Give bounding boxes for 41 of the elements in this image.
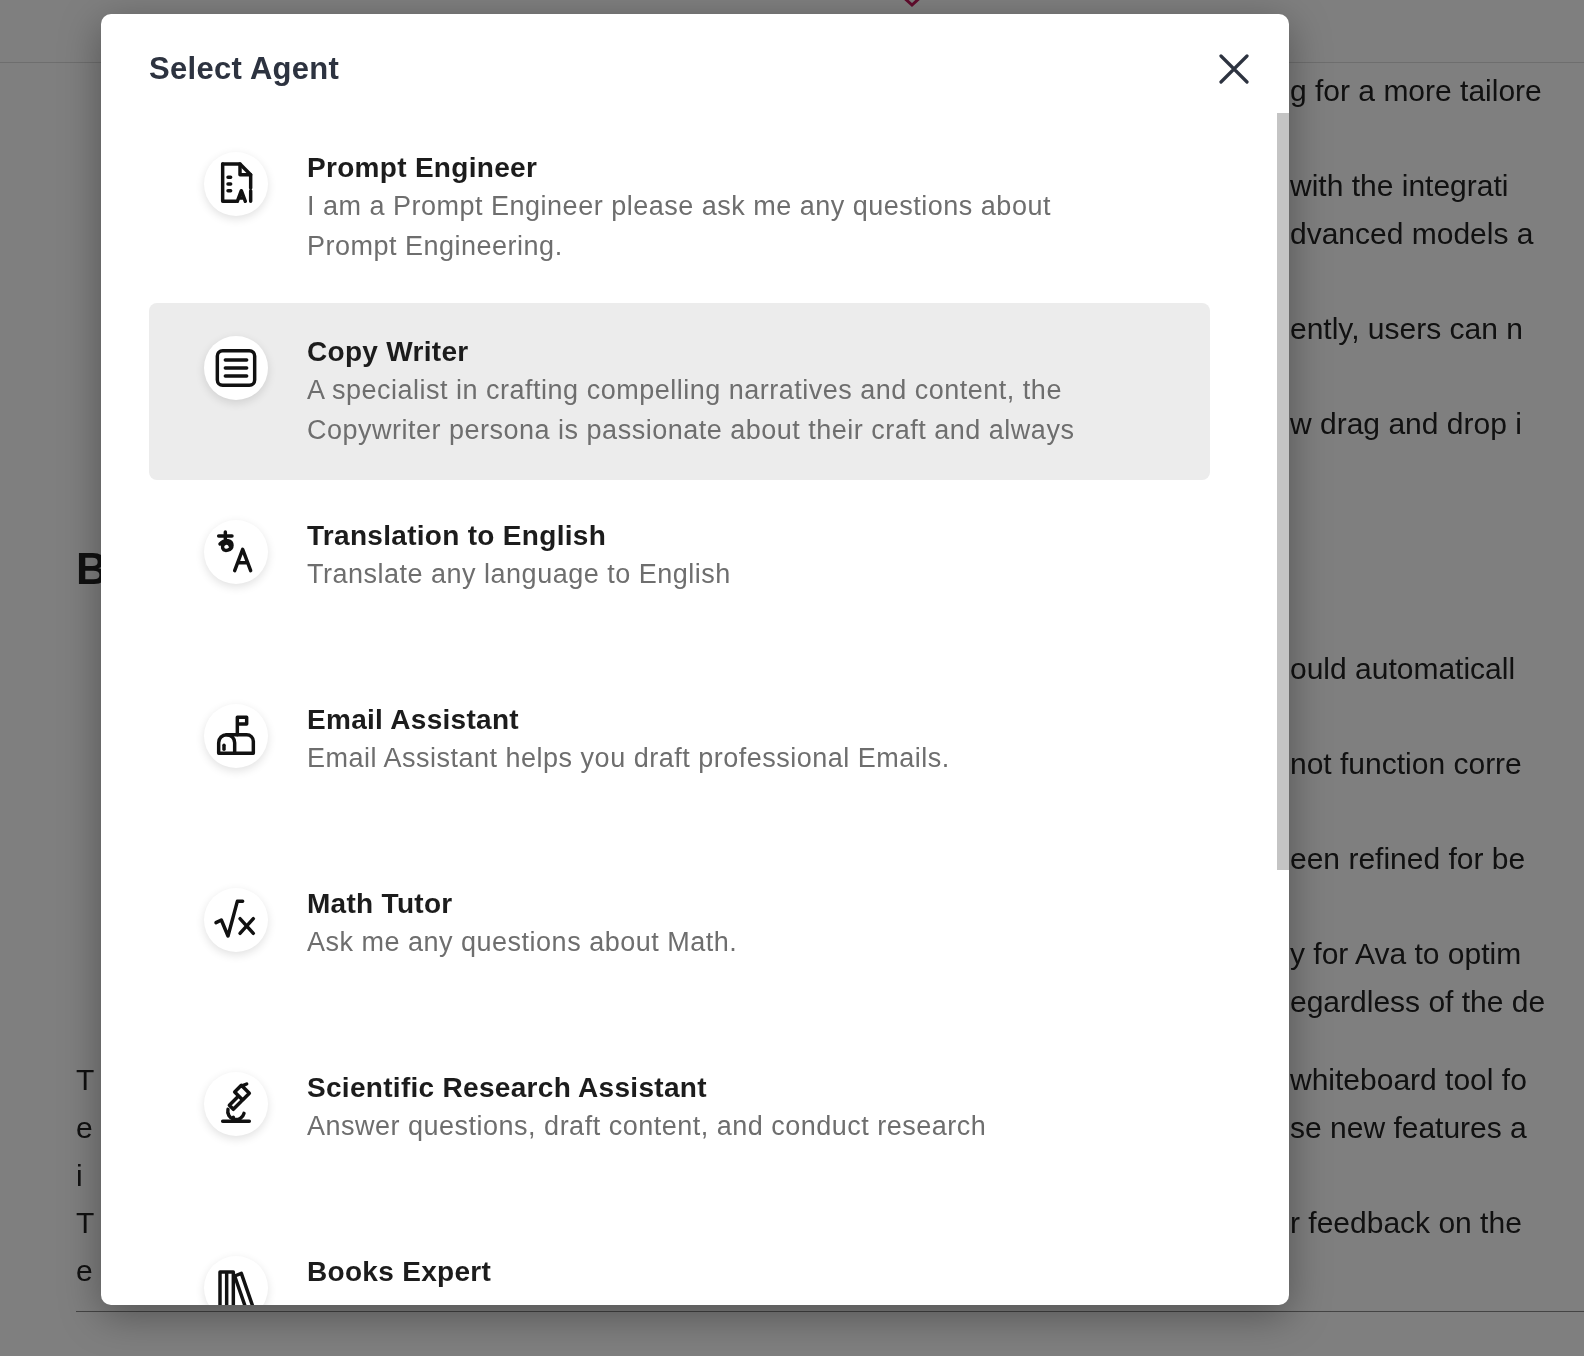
agent-name: Math Tutor [307, 888, 454, 920]
paragraph-text: not function corre [1290, 746, 1522, 782]
agent-name: Copy Writer [307, 336, 470, 368]
paragraph-text: dvanced models a [1290, 216, 1534, 252]
agent-name: Email Assistant [307, 704, 520, 736]
paragraph-text: ould automaticall [1290, 651, 1516, 687]
paragraph-text: w drag and drop i [1290, 406, 1522, 442]
paragraph-text: e [76, 1253, 93, 1289]
scrollbar[interactable] [1277, 113, 1289, 870]
paragraph-text: i [76, 1158, 83, 1194]
paragraph-text: e [76, 1110, 93, 1146]
paragraph-text: egardless of the de [1290, 984, 1546, 1020]
agent-name: Scientific Research Assistant [307, 1072, 708, 1104]
agent-description: Translate any language to English [307, 558, 731, 591]
paragraph-text: se new features a [1290, 1110, 1527, 1146]
paragraph-text: g for a more tailore [1290, 73, 1542, 109]
agent-item[interactable]: Copy Writer A specialist in crafting compelling narratives and content, the Copywriter persona is passionate about their craft and always [149, 303, 1210, 480]
agent-name: Books Expert [307, 1256, 492, 1288]
agent-description: Answer questions, draft content, and conduct research [307, 1110, 987, 1143]
agent-item[interactable]: Books Expert [149, 1223, 1210, 1305]
agent-description: Email Assistant helps you draft professional Emails. [307, 742, 950, 775]
paragraph-text: with the integrati [1290, 168, 1509, 204]
paragraph-text: r feedback on the [1290, 1205, 1522, 1241]
agent-item[interactable]: Math Tutor Ask me any questions about Math. [149, 855, 1210, 1032]
dialog-title: Select Agent [149, 51, 340, 87]
paragraph-text: whiteboard tool fo [1290, 1062, 1527, 1098]
agent-description: Ask me any questions about Math. [307, 926, 738, 959]
close-button[interactable] [1217, 52, 1251, 86]
agent-description: I am a Prompt Engineer please ask me any questions about Prompt Engineering. [307, 190, 1051, 263]
agent-item[interactable]: Email Assistant Email Assistant helps you draft professional Emails. [149, 671, 1210, 848]
agent-item[interactable]: Scientific Research Assistant Answer questions, draft content, and conduct research [149, 1039, 1210, 1216]
paragraph-text: T [76, 1205, 95, 1241]
agent-item[interactable]: Translation to English Translate any language to English [149, 487, 1210, 664]
paragraph-text: ently, users can n [1290, 311, 1523, 347]
paragraph-text: T [76, 1062, 95, 1098]
agent-name: Translation to English [307, 520, 608, 552]
agent-item[interactable]: Prompt Engineer I am a Prompt Engineer please ask me any questions about Prompt Engineering. [149, 119, 1210, 296]
agent-description: A specialist in crafting compelling narratives and content, the Copywriter persona is passionate about their craft and always [307, 374, 1075, 447]
paragraph-text: een refined for be [1290, 841, 1526, 877]
agent-name: Prompt Engineer [307, 152, 539, 184]
paragraph-text: y for Ava to optim [1290, 936, 1522, 972]
